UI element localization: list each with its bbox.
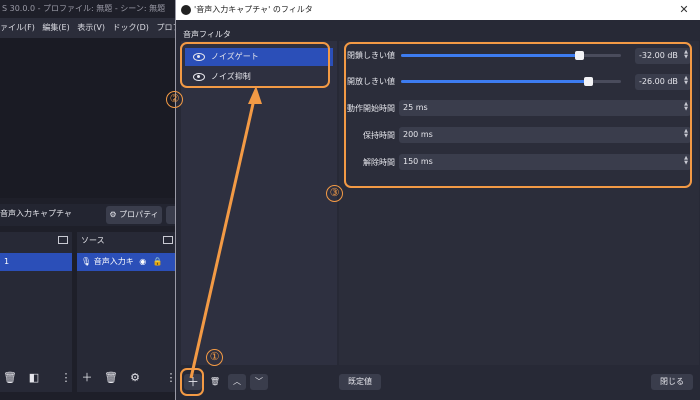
annotation-box-add-button — [180, 368, 204, 396]
screenshot-root: S 30.0.0 - プロファイル: 無題 - シーン: 無題 ァイル(F) 編… — [0, 0, 700, 400]
annotation-box-filter-list — [180, 42, 330, 88]
annotation-number-1: ① — [206, 349, 223, 366]
annotation-arrow-head — [248, 86, 262, 104]
annotation-arrow-line — [189, 94, 257, 379]
annotation-number-2: ② — [166, 91, 183, 108]
annotation-number-3: ③ — [326, 185, 343, 202]
annotation-box-settings — [344, 42, 692, 188]
